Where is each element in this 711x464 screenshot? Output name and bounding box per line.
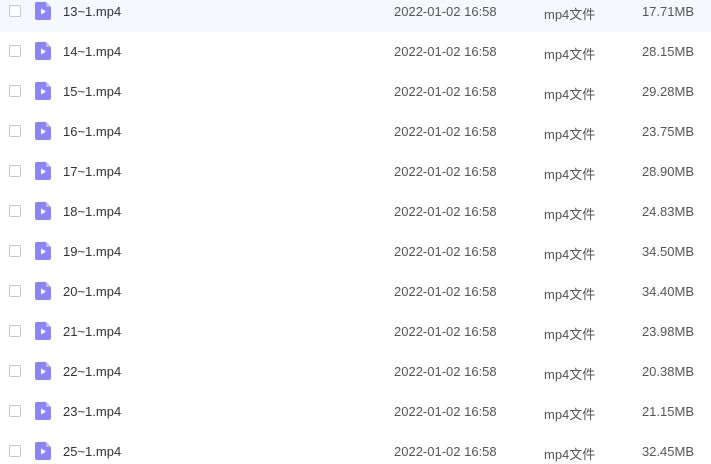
file-type: mp4文件 [544,47,596,62]
file-size: 23.98MB [641,324,694,339]
file-row[interactable]: 22~1.mp4 2022-01-02 16:58 mp4文件 20.38MB [0,352,711,392]
file-row[interactable]: 19~1.mp4 2022-01-02 16:58 mp4文件 34.50MB [0,232,711,272]
file-row[interactable]: 21~1.mp4 2022-01-02 16:58 mp4文件 23.98MB [0,312,711,352]
video-file-icon [35,42,51,60]
file-size: 20.38MB [641,364,694,379]
file-row[interactable]: 14~1.mp4 2022-01-02 16:58 mp4文件 28.15MB [0,32,711,72]
file-name[interactable]: 22~1.mp4 [63,364,121,379]
file-type: mp4文件 [544,87,596,102]
row-checkbox[interactable] [9,285,21,297]
row-checkbox[interactable] [9,325,21,337]
file-modified-date: 2022-01-02 16:58 [394,324,497,339]
file-type: mp4文件 [544,127,596,142]
file-row[interactable]: 13~1.mp4 2022-01-02 16:58 mp4文件 17.71MB [0,0,711,32]
row-checkbox[interactable] [9,205,21,217]
file-modified-date: 2022-01-02 16:58 [394,244,497,259]
row-checkbox[interactable] [9,45,21,57]
file-name[interactable]: 25~1.mp4 [63,444,121,459]
file-modified-date: 2022-01-02 16:58 [394,284,497,299]
file-type: mp4文件 [544,327,596,342]
video-file-icon [35,242,51,260]
file-modified-date: 2022-01-02 16:58 [394,124,497,139]
file-row[interactable]: 16~1.mp4 2022-01-02 16:58 mp4文件 23.75MB [0,112,711,152]
file-name[interactable]: 23~1.mp4 [63,404,121,419]
row-checkbox[interactable] [9,365,21,377]
video-file-icon [35,162,51,180]
file-size: 17.71MB [641,4,694,19]
row-checkbox[interactable] [9,405,21,417]
file-type: mp4文件 [544,367,596,382]
file-row[interactable]: 17~1.mp4 2022-01-02 16:58 mp4文件 28.90MB [0,152,711,192]
file-size: 28.90MB [641,164,694,179]
video-file-icon [35,402,51,420]
file-modified-date: 2022-01-02 16:58 [394,4,497,19]
file-name[interactable]: 19~1.mp4 [63,244,121,259]
file-size: 34.40MB [641,284,694,299]
video-file-icon [35,2,51,20]
file-name[interactable]: 13~1.mp4 [63,4,121,19]
file-modified-date: 2022-01-02 16:58 [394,204,497,219]
file-name[interactable]: 15~1.mp4 [63,84,121,99]
row-checkbox[interactable] [9,85,21,97]
file-name[interactable]: 16~1.mp4 [63,124,121,139]
file-row[interactable]: 15~1.mp4 2022-01-02 16:58 mp4文件 29.28MB [0,72,711,112]
video-file-icon [35,202,51,220]
file-name[interactable]: 21~1.mp4 [63,324,121,339]
video-file-icon [35,282,51,300]
file-row[interactable]: 25~1.mp4 2022-01-02 16:58 mp4文件 32.45MB [0,432,711,464]
file-modified-date: 2022-01-02 16:58 [394,44,497,59]
file-name[interactable]: 20~1.mp4 [63,284,121,299]
row-checkbox[interactable] [9,245,21,257]
file-name[interactable]: 14~1.mp4 [63,44,121,59]
file-modified-date: 2022-01-02 16:58 [394,84,497,99]
row-checkbox[interactable] [9,5,21,17]
file-size: 32.45MB [641,444,694,459]
video-file-icon [35,82,51,100]
file-size: 23.75MB [641,124,694,139]
row-checkbox[interactable] [9,125,21,137]
file-size: 29.28MB [641,84,694,99]
file-name[interactable]: 17~1.mp4 [63,164,121,179]
file-row[interactable]: 18~1.mp4 2022-01-02 16:58 mp4文件 24.83MB [0,192,711,232]
file-row[interactable]: 20~1.mp4 2022-01-02 16:58 mp4文件 34.40MB [0,272,711,312]
file-type: mp4文件 [544,167,596,182]
file-list: 13~1.mp4 2022-01-02 16:58 mp4文件 17.71MB … [0,0,711,464]
video-file-icon [35,122,51,140]
video-file-icon [35,442,51,460]
file-size: 24.83MB [641,204,694,219]
file-modified-date: 2022-01-02 16:58 [394,404,497,419]
file-modified-date: 2022-01-02 16:58 [394,164,497,179]
file-size: 28.15MB [641,44,694,59]
file-type: mp4文件 [544,407,596,422]
file-type: mp4文件 [544,447,596,462]
video-file-icon [35,362,51,380]
video-file-icon [35,322,51,340]
file-name[interactable]: 18~1.mp4 [63,204,121,219]
file-row[interactable]: 23~1.mp4 2022-01-02 16:58 mp4文件 21.15MB [0,392,711,432]
file-type: mp4文件 [544,7,596,22]
file-size: 34.50MB [641,244,694,259]
file-modified-date: 2022-01-02 16:58 [394,444,497,459]
file-type: mp4文件 [544,207,596,222]
row-checkbox[interactable] [9,165,21,177]
file-type: mp4文件 [544,247,596,262]
file-modified-date: 2022-01-02 16:58 [394,364,497,379]
file-size: 21.15MB [641,404,694,419]
file-type: mp4文件 [544,287,596,302]
row-checkbox[interactable] [9,445,21,457]
